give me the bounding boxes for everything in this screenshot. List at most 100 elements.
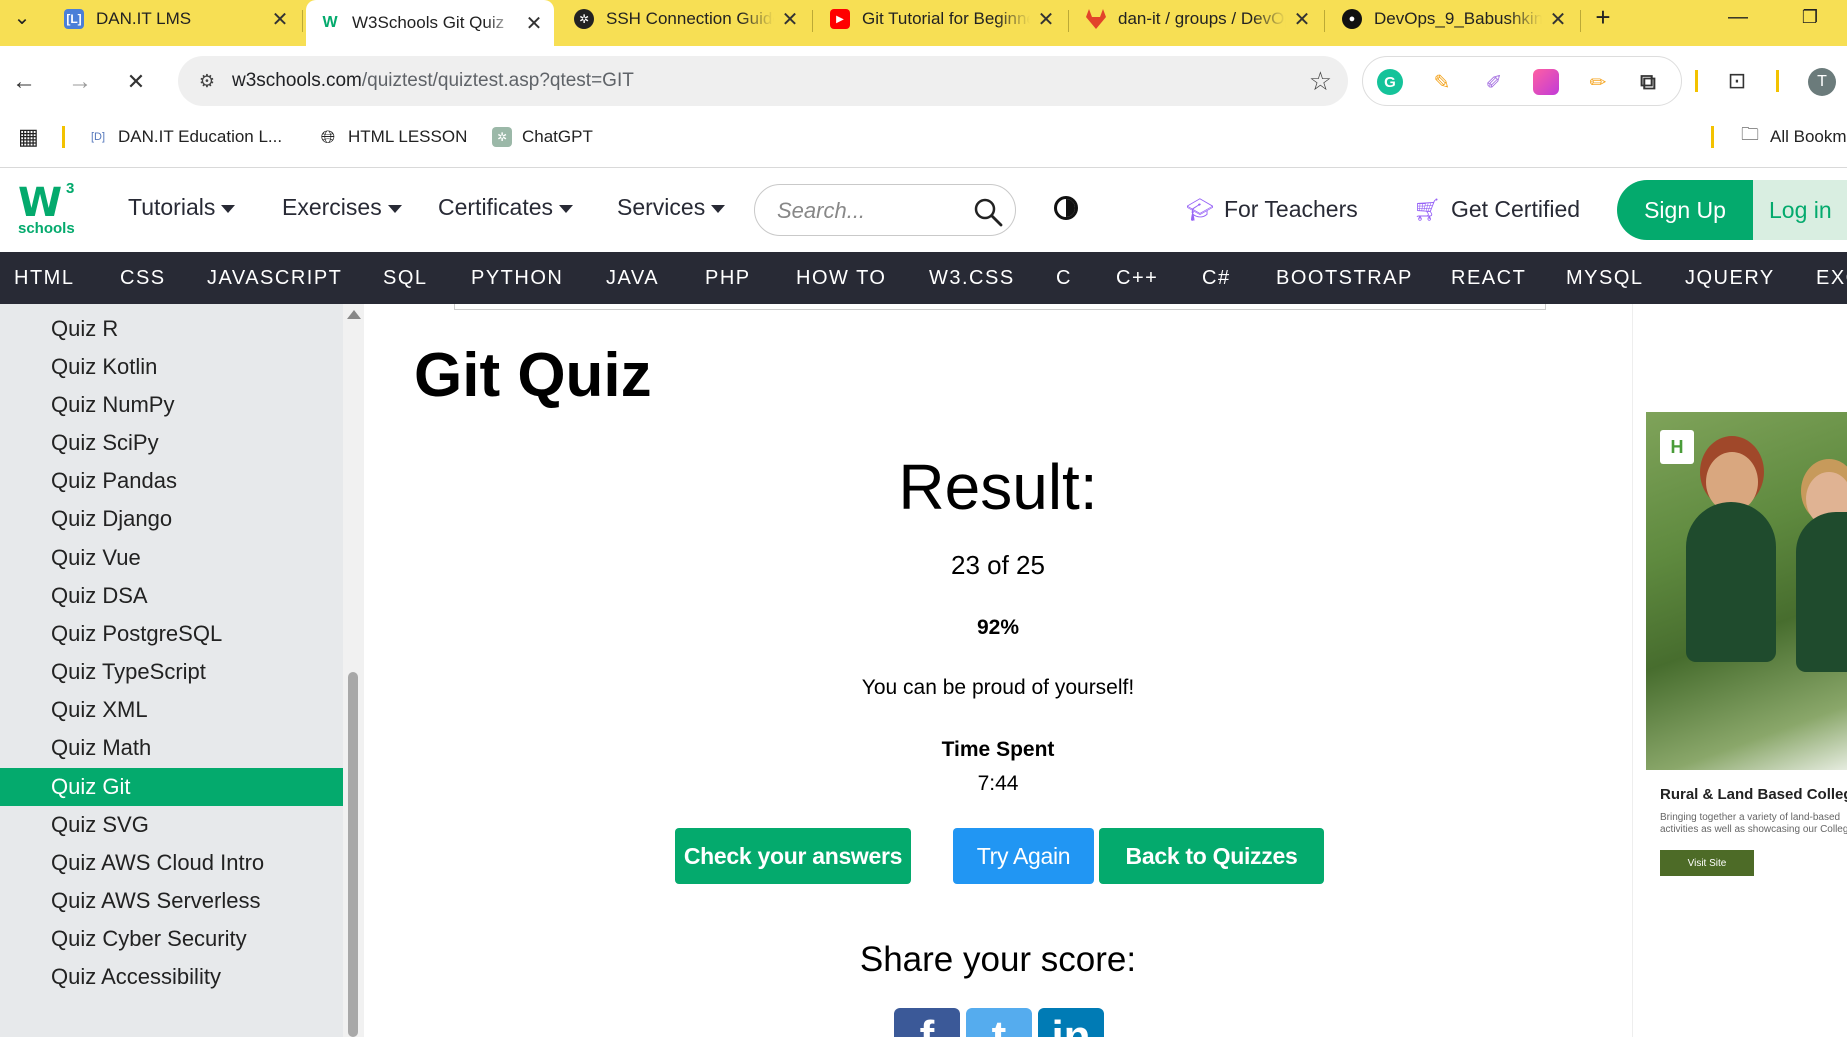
close-icon[interactable]: ✕ xyxy=(780,7,800,32)
bookmark-html-lesson[interactable]: 🌐︎ HTML LESSON xyxy=(318,116,468,158)
w3schools-logo[interactable]: W 3 schools xyxy=(16,180,80,240)
nav-html[interactable]: HTML xyxy=(14,252,74,304)
scrollbar-thumb[interactable] xyxy=(348,672,358,1037)
stop-loading-icon[interactable]: ✕ xyxy=(118,64,154,100)
advertisement[interactable]: H Rural & Land Based College Bringing to… xyxy=(1646,412,1847,876)
sidebar-item-quiz-cyber-security[interactable]: Quiz Cyber Security xyxy=(0,920,343,958)
gradient-extension-icon[interactable] xyxy=(1533,69,1559,95)
extensions-puzzle-icon[interactable]: ⧉ xyxy=(1635,69,1661,95)
site-info-icon[interactable]: ⚙ xyxy=(194,68,220,94)
tab-dan-it-groups[interactable]: dan-it / groups / DevOps ✕ xyxy=(1072,0,1322,38)
grammarly-icon[interactable]: G xyxy=(1377,69,1403,95)
nav-excel[interactable]: EXCEL xyxy=(1816,252,1847,304)
tab-git-tutorial[interactable]: ▶ Git Tutorial for Beginners ✕ xyxy=(816,0,1066,38)
for-teachers-link[interactable]: 🎓︎ For Teachers xyxy=(1186,196,1358,223)
url-text[interactable]: w3schools.com/quiztest/quiztest.asp?qtes… xyxy=(232,56,634,106)
nav-mysql[interactable]: MYSQL xyxy=(1566,252,1644,304)
close-icon[interactable]: ✕ xyxy=(524,11,544,36)
menu-exercises[interactable]: Exercises xyxy=(282,194,402,221)
back-to-quizzes-button[interactable]: Back to Quizzes xyxy=(1099,828,1324,884)
tab-ssh-connection[interactable]: ✲ SSH Connection Guide ✕ xyxy=(560,0,810,38)
ad-photo: H xyxy=(1646,412,1847,770)
bookmark-dan-it[interactable]: [D] DAN.IT Education L... xyxy=(88,116,282,158)
forward-arrow-icon[interactable]: → xyxy=(62,64,98,100)
sidebar-item-quiz-dsa[interactable]: Quiz DSA xyxy=(0,577,343,615)
nav-c[interactable]: C xyxy=(1056,252,1072,304)
nav-how-to[interactable]: HOW TO xyxy=(796,252,886,304)
sidebar-item-quiz-scipy[interactable]: Quiz SciPy xyxy=(0,424,343,462)
visit-site-button[interactable]: Visit Site xyxy=(1660,850,1754,876)
all-bookmarks-folder[interactable]: 🗀︎ All Bookmarks xyxy=(1740,116,1847,158)
sidebar-scrollbar[interactable] xyxy=(343,304,364,1037)
menu-certificates[interactable]: Certificates xyxy=(438,194,574,221)
pen-extension-icon[interactable]: ✐ xyxy=(1481,69,1507,95)
check-answers-button[interactable]: Check your answers xyxy=(675,828,911,884)
sidebar-item-quiz-django[interactable]: Quiz Django xyxy=(0,500,343,538)
sidebar-item-quiz-math[interactable]: Quiz Math xyxy=(0,729,343,767)
dark-mode-toggle-icon[interactable] xyxy=(1054,196,1078,220)
nav-php[interactable]: PHP xyxy=(705,252,751,304)
sign-up-button[interactable]: Sign Up xyxy=(1617,180,1753,240)
nav-jquery[interactable]: JQUERY xyxy=(1685,252,1775,304)
close-icon[interactable]: ✕ xyxy=(270,7,290,32)
tab-dan-it-lms[interactable]: [L] DAN.IT LMS ✕ xyxy=(50,0,300,38)
get-certified-link[interactable]: 🛒︎ Get Certified xyxy=(1413,196,1580,223)
address-bar[interactable]: ⚙ w3schools.com/quiztest/quiztest.asp?qt… xyxy=(178,56,1348,106)
nav-react[interactable]: REACT xyxy=(1451,252,1526,304)
nav-sql[interactable]: SQL xyxy=(383,252,428,304)
sidebar-item-quiz-xml[interactable]: Quiz XML xyxy=(0,691,343,729)
sidebar-item-quiz-svg[interactable]: Quiz SVG xyxy=(0,806,343,844)
highlighter-icon[interactable]: ✏ xyxy=(1585,69,1611,95)
color-picker-icon[interactable]: ✎ xyxy=(1429,69,1455,95)
twitter-share-button[interactable]: t xyxy=(966,1008,1032,1037)
nav-cpp[interactable]: C++ xyxy=(1116,252,1158,304)
chatgpt-icon: ✲ xyxy=(492,127,512,147)
menu-services[interactable]: Services xyxy=(617,194,726,221)
nav-csharp[interactable]: C# xyxy=(1202,252,1231,304)
close-icon[interactable]: ✕ xyxy=(1292,7,1312,32)
log-in-button[interactable]: Log in xyxy=(1753,180,1847,240)
sidebar-item-quiz-git[interactable]: Quiz Git xyxy=(0,768,343,806)
minimize-icon[interactable]: — xyxy=(1718,0,1758,34)
bookmark-star-icon[interactable]: ☆ xyxy=(1309,66,1332,97)
sidebar-item-quiz-pandas[interactable]: Quiz Pandas xyxy=(0,462,343,500)
sidebar-item-quiz-vue[interactable]: Quiz Vue xyxy=(0,539,343,577)
browser-window: ⌄ [L] DAN.IT LMS ✕ W W3Schools Git Quiz … xyxy=(0,0,1847,1037)
nav-bootstrap[interactable]: BOOTSTRAP xyxy=(1276,252,1413,304)
sidebar-item-quiz-kotlin[interactable]: Quiz Kotlin xyxy=(0,348,343,386)
screenshot-icon[interactable]: ⊡ xyxy=(1720,64,1754,98)
close-icon[interactable]: ✕ xyxy=(1548,7,1568,32)
menu-tutorials[interactable]: Tutorials xyxy=(128,194,236,221)
new-tab-plus-icon[interactable]: + xyxy=(1586,0,1620,34)
profile-avatar[interactable]: T xyxy=(1808,68,1836,96)
tab-devops-github[interactable]: ● DevOps_9_Babushkin ✕ xyxy=(1328,0,1578,38)
sidebar-item-quiz-postgresql[interactable]: Quiz PostgreSQL xyxy=(0,615,343,653)
search-input[interactable] xyxy=(777,197,957,225)
sidebar-item-quiz-accessibility[interactable]: Quiz Accessibility xyxy=(0,958,343,996)
try-again-button[interactable]: Try Again xyxy=(953,828,1094,884)
nav-python[interactable]: PYTHON xyxy=(471,252,563,304)
percent-text: 92% xyxy=(976,616,1020,639)
apps-grid-icon[interactable]: ▦ xyxy=(18,116,39,158)
sidebar-item-quiz-typescript[interactable]: Quiz TypeScript xyxy=(0,653,343,691)
sidebar-item-quiz-aws-serverless[interactable]: Quiz AWS Serverless xyxy=(0,882,343,920)
close-icon[interactable]: ✕ xyxy=(1036,7,1056,32)
restore-window-icon[interactable]: ❐ xyxy=(1790,0,1830,34)
linkedin-share-button[interactable]: in xyxy=(1038,1008,1104,1037)
search-icon[interactable] xyxy=(973,197,1003,227)
tab-search-chevron-icon[interactable]: ⌄ xyxy=(4,0,40,34)
nav-java[interactable]: JAVA xyxy=(606,252,659,304)
nav-javascript[interactable]: JAVASCRIPT xyxy=(207,252,342,304)
facebook-share-button[interactable]: f xyxy=(894,1008,960,1037)
scroll-up-arrow-icon[interactable] xyxy=(347,310,361,319)
caret-down-icon xyxy=(711,204,726,213)
sidebar-item-quiz-numpy[interactable]: Quiz NumPy xyxy=(0,386,343,424)
sidebar-item-quiz-aws-cloud-intro[interactable]: Quiz AWS Cloud Intro xyxy=(0,844,343,882)
tab-w3schools-git-quiz[interactable]: W W3Schools Git Quiz ✕ xyxy=(306,0,554,46)
bookmark-chatgpt[interactable]: ✲ ChatGPT xyxy=(492,116,593,158)
sidebar-item-quiz-r[interactable]: Quiz R xyxy=(0,310,343,348)
nav-w3css[interactable]: W3.CSS xyxy=(929,252,1015,304)
back-arrow-icon[interactable]: ← xyxy=(6,64,42,100)
nav-css[interactable]: CSS xyxy=(120,252,166,304)
get-certified-label: Get Certified xyxy=(1450,196,1581,222)
